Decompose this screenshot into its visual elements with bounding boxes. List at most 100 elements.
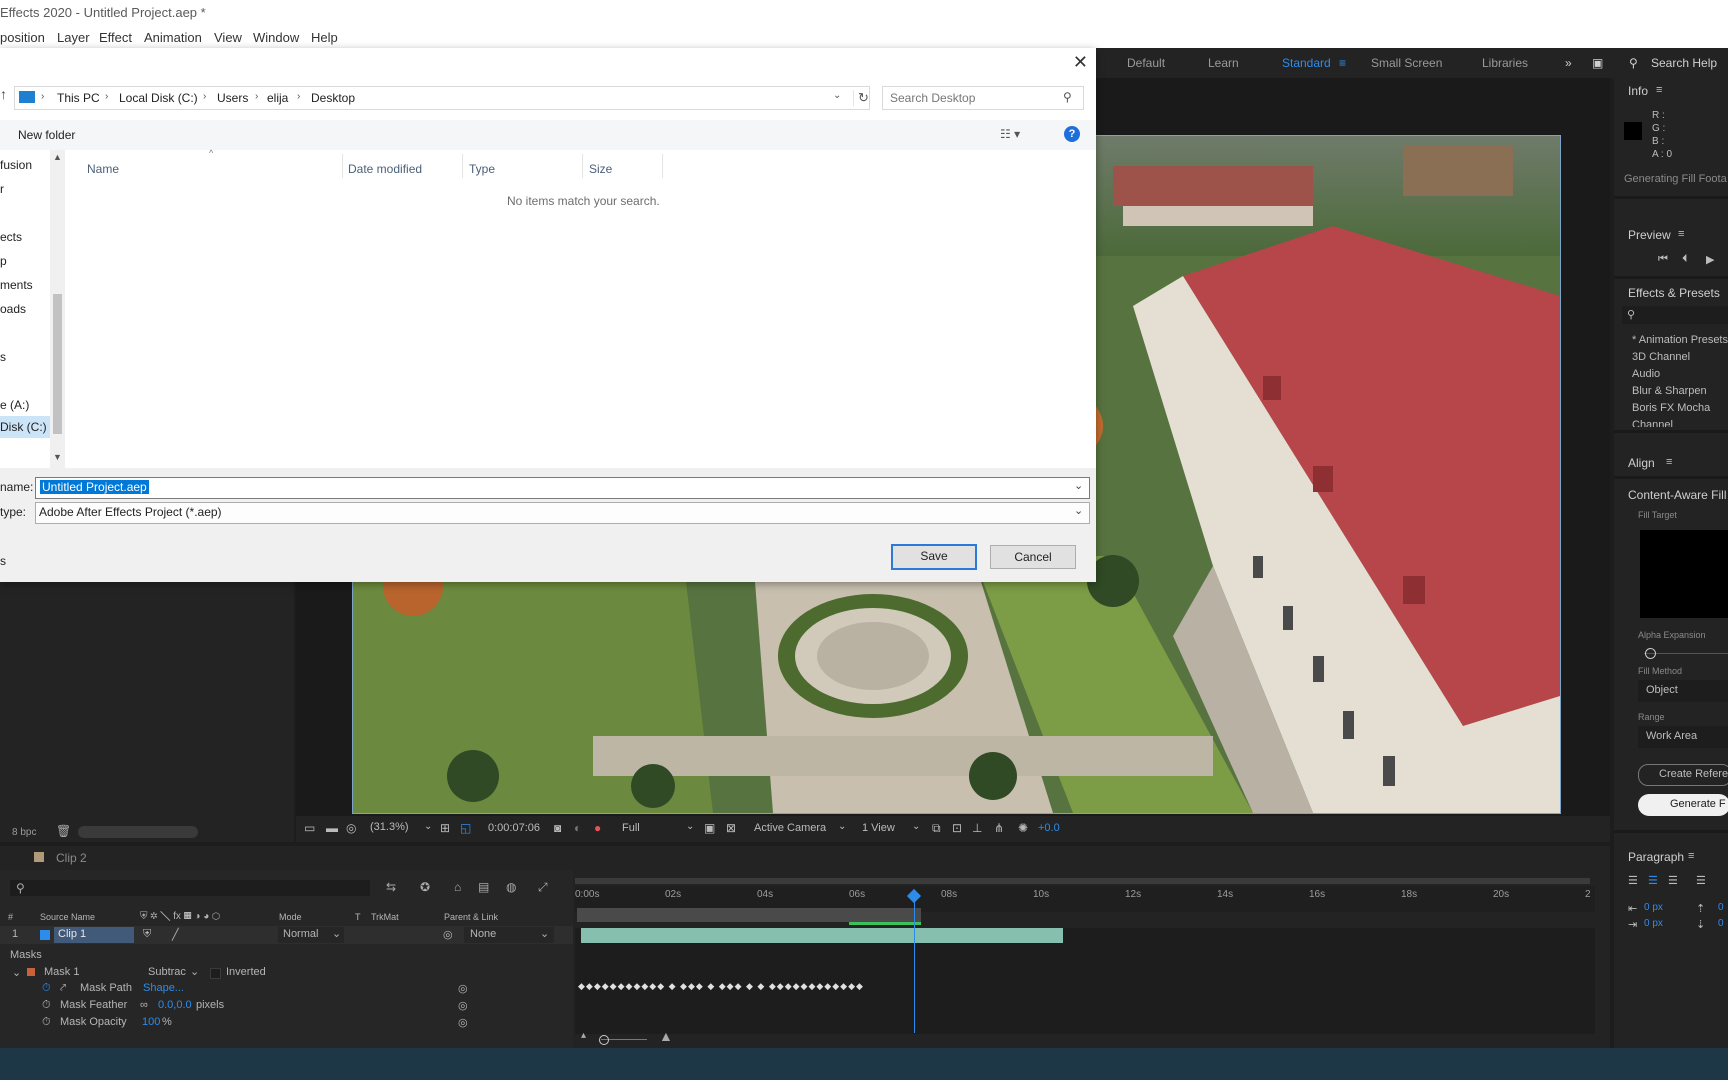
layer-name-field[interactable]: Clip 1 bbox=[54, 927, 134, 943]
menu-animation[interactable]: Animation bbox=[144, 30, 202, 45]
toggle-pixel-aspect-icon[interactable]: ⧉ bbox=[932, 821, 941, 836]
monitor-icon[interactable]: ▬ bbox=[326, 821, 338, 835]
chevron-down-icon[interactable]: ⌄ bbox=[912, 821, 920, 832]
timeline-search-input[interactable]: ⚲ bbox=[10, 880, 370, 896]
trash-icon[interactable]: 🗑 bbox=[56, 824, 71, 838]
file-list[interactable]: Name ^ Date modified Type Size No items … bbox=[66, 148, 1096, 468]
search-desktop-input[interactable]: Search Desktop ⚲ bbox=[882, 86, 1084, 110]
exposure-value[interactable]: +0.0 bbox=[1038, 822, 1060, 834]
align-panel-title[interactable]: Align bbox=[1628, 456, 1655, 470]
layer-row[interactable]: 1 Clip 1 ⛨ ╱ Normal ⌄ ◎ None ⌄ bbox=[0, 926, 573, 944]
effects-search-input[interactable]: ⚲ bbox=[1622, 306, 1728, 324]
file-name-input[interactable]: Untitled Project.aep ⌄ bbox=[35, 477, 1090, 499]
parent-select[interactable]: None ⌄ bbox=[464, 927, 554, 943]
breadcrumb-users[interactable]: Users bbox=[217, 91, 248, 105]
scroll-down-icon[interactable]: ▼ bbox=[53, 452, 62, 462]
effects-item[interactable]: Audio bbox=[1632, 368, 1660, 380]
chevron-down-icon[interactable]: ⌄ bbox=[1074, 479, 1083, 492]
resolution-select[interactable]: Full bbox=[622, 822, 640, 834]
mask-mode-select[interactable]: Subtrac bbox=[148, 966, 186, 978]
menu-effect[interactable]: Effect bbox=[99, 30, 132, 45]
hide-folders-toggle[interactable]: s bbox=[0, 554, 6, 568]
playhead-line[interactable] bbox=[914, 893, 915, 1033]
indent-right-value[interactable]: 0 px bbox=[1644, 918, 1663, 929]
effects-item[interactable]: * Animation Presets bbox=[1632, 334, 1728, 346]
nav-item[interactable]: fusion bbox=[0, 158, 32, 172]
fill-method-select[interactable]: Object bbox=[1638, 680, 1728, 702]
always-preview-icon[interactable]: ▭ bbox=[304, 821, 315, 835]
region-of-interest-icon[interactable]: ◱ bbox=[460, 821, 471, 835]
zoom-level[interactable]: (31.3%) bbox=[370, 821, 409, 833]
effects-item[interactable]: Boris FX Mocha bbox=[1632, 402, 1710, 414]
layer-color-label[interactable] bbox=[40, 930, 50, 940]
blend-mode-select[interactable]: Normal ⌄ bbox=[278, 927, 344, 943]
mask-feather-value[interactable]: 0.0,0.0 bbox=[158, 999, 192, 1011]
space-before-value[interactable]: 0 bbox=[1718, 902, 1724, 913]
collapse-switch-icon[interactable]: ⛨ bbox=[143, 928, 151, 941]
chevron-down-icon[interactable]: ⌄ bbox=[838, 821, 846, 832]
bpc-toggle[interactable]: 8 bpc bbox=[12, 827, 36, 838]
stopwatch-icon[interactable]: ⏱ bbox=[42, 1016, 51, 1029]
inverted-checkbox[interactable] bbox=[210, 968, 221, 979]
workspace-panel-icon[interactable]: ▣ bbox=[1592, 56, 1603, 70]
column-divider[interactable] bbox=[582, 154, 583, 178]
show-snapshot-icon[interactable]: ◐ bbox=[574, 821, 581, 835]
view-options-icon[interactable]: ☷ ▾ bbox=[1000, 127, 1020, 141]
snapshot-icon[interactable]: ◙ bbox=[554, 821, 561, 835]
effects-item[interactable]: Blur & Sharpen bbox=[1632, 385, 1707, 397]
quality-switch-icon[interactable]: ╱ bbox=[172, 928, 179, 941]
chevron-down-icon[interactable]: ⌄ bbox=[424, 821, 432, 832]
stopwatch-icon[interactable]: ⏱ bbox=[42, 999, 51, 1012]
save-button[interactable]: Save bbox=[891, 544, 977, 570]
nav-item[interactable]: s bbox=[0, 350, 6, 364]
keyframe-row[interactable]: ◆◆◆◆◆◆◆◆◆◆◆ ◆ ◆◆◆ ◆ ◆◆◆ ◆ ◆ ◆◆◆◆◆◆◆◆◆◆◆◆ bbox=[578, 981, 916, 993]
camera-select[interactable]: Active Camera bbox=[754, 822, 826, 834]
flowchart-icon[interactable]: ⋔ bbox=[994, 821, 1004, 835]
generate-fill-button[interactable]: Generate F bbox=[1638, 794, 1728, 816]
breadcrumb-this-pc[interactable]: This PC bbox=[57, 91, 100, 105]
zoom-slider[interactable]: ▴ ▲ bbox=[581, 1028, 673, 1045]
fast-previews-icon[interactable]: ▣ bbox=[704, 821, 715, 835]
help-icon[interactable]: ? bbox=[1064, 126, 1080, 142]
panel-menu-icon[interactable]: ≡ bbox=[1656, 84, 1662, 96]
current-timecode[interactable]: 0:00:07:06 bbox=[488, 822, 540, 834]
nav-item[interactable]: ments bbox=[0, 278, 33, 292]
zoom-thumb[interactable] bbox=[599, 1035, 609, 1045]
constrain-link-icon[interactable]: ∞ bbox=[140, 999, 148, 1011]
mask-opacity-link-icon[interactable]: ◎ bbox=[458, 1016, 468, 1029]
breadcrumb-local-disk[interactable]: Local Disk (C:) bbox=[119, 91, 198, 105]
nav-item[interactable]: oads bbox=[0, 302, 26, 316]
motion-blur-icon[interactable]: ◍ bbox=[506, 880, 516, 894]
nav-item[interactable]: ects bbox=[0, 230, 22, 244]
view-layout-select[interactable]: 1 View bbox=[862, 822, 895, 834]
new-folder-button[interactable]: New folder bbox=[18, 128, 75, 142]
column-name[interactable]: Name bbox=[87, 162, 119, 176]
effects-item[interactable]: 3D Channel bbox=[1632, 351, 1690, 363]
create-reference-button[interactable]: Create Refere bbox=[1638, 764, 1728, 786]
address-bar[interactable]: › This PC › Local Disk (C:) › Users › el… bbox=[14, 86, 870, 110]
chevron-down-icon[interactable]: ⌄ bbox=[686, 821, 694, 832]
range-select[interactable]: Work Area bbox=[1638, 726, 1728, 748]
align-center-icon[interactable]: ☰ bbox=[1648, 874, 1658, 887]
alpha-expansion-slider[interactable] bbox=[1645, 648, 1656, 659]
column-divider[interactable] bbox=[662, 154, 663, 178]
composition-mini-flowchart-icon[interactable]: ⇆ bbox=[386, 880, 396, 894]
project-scrollbar[interactable] bbox=[78, 826, 198, 838]
zoom-in-icon[interactable]: ▲ bbox=[659, 1028, 673, 1044]
breadcrumb-desktop[interactable]: Desktop bbox=[311, 91, 355, 105]
align-left-icon[interactable]: ☰ bbox=[1628, 874, 1638, 887]
workspace-small-screen[interactable]: Small Screen bbox=[1371, 56, 1442, 70]
file-type-select[interactable]: Adobe After Effects Project (*.aep) ⌄ bbox=[35, 502, 1090, 524]
nav-item-selected[interactable]: Disk (C:) bbox=[0, 416, 50, 438]
refresh-icon[interactable]: ↻ bbox=[853, 90, 869, 106]
nav-item[interactable]: r bbox=[0, 182, 4, 196]
mask-path-link-icon[interactable]: ◎ bbox=[458, 982, 468, 995]
column-divider[interactable] bbox=[342, 154, 343, 178]
nav-item[interactable]: p bbox=[0, 254, 7, 268]
work-area-bar[interactable] bbox=[575, 878, 1590, 884]
mask-color-swatch[interactable] bbox=[27, 968, 35, 976]
indent-left-value[interactable]: 0 px bbox=[1644, 902, 1663, 913]
safe-zones-icon[interactable]: ⊞ bbox=[440, 821, 450, 835]
chevron-down-icon[interactable]: ⌄ bbox=[190, 965, 199, 978]
chevron-down-icon[interactable]: ⌄ bbox=[833, 90, 841, 101]
